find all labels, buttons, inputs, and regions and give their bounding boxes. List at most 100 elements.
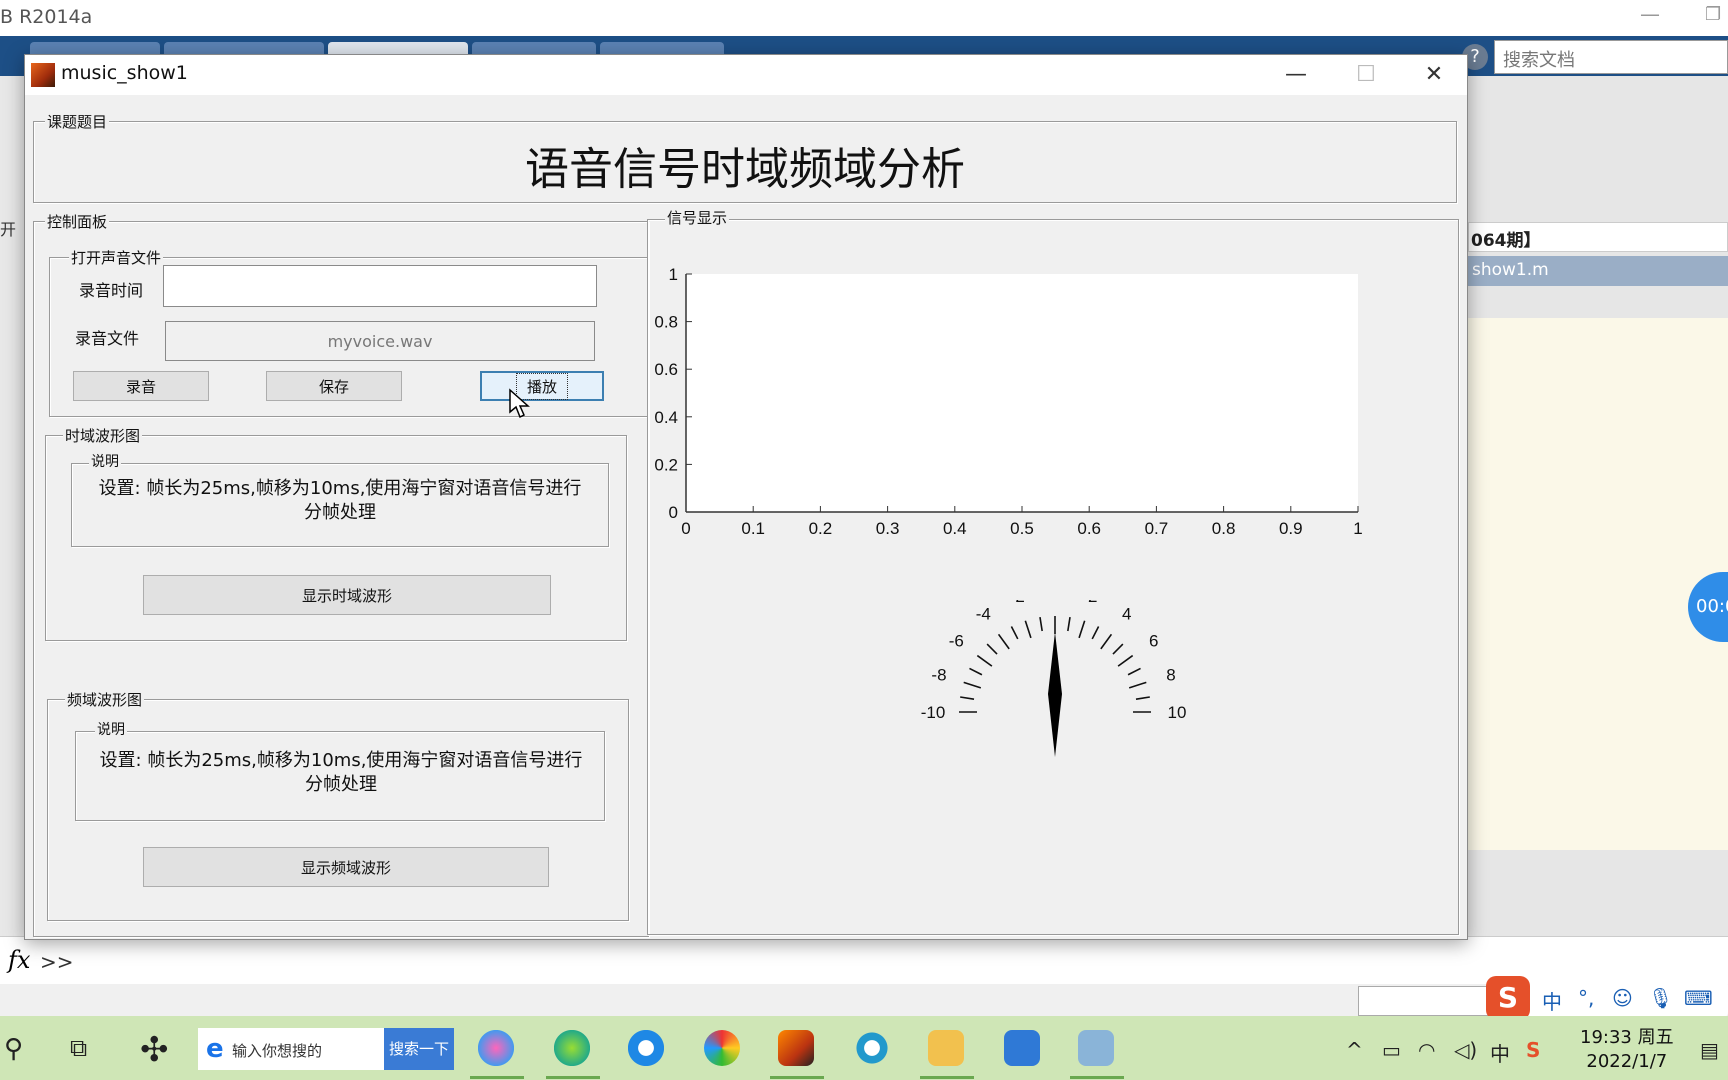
- y-tick-label: 0.4: [654, 408, 678, 427]
- y-tick-label: 0.2: [654, 455, 678, 474]
- signal-axes[interactable]: 0 0.1 0.2 0.3 0.4 0.5 0.6 0.7 0.8 0.9 1 0 0.2 0.4 0.6 0…: [620, 250, 1440, 580]
- dial-label: 4: [1122, 604, 1131, 623]
- ime-mode[interactable]: 中: [1542, 986, 1562, 1015]
- page-title: 语音信号时域频域分析: [525, 144, 965, 195]
- tray-battery-icon[interactable]: ▭: [1382, 1038, 1401, 1062]
- dial-tick: [1091, 626, 1100, 640]
- dial-label: -8: [931, 665, 946, 684]
- record-time-input[interactable]: [163, 265, 597, 307]
- save-button-label: 保存: [318, 377, 349, 396]
- ime-mic-icon[interactable]: 🎙: [1648, 986, 1673, 1010]
- command-window[interactable]: [0, 936, 1728, 984]
- tray-ime-icon[interactable]: 中: [1490, 1038, 1510, 1067]
- tray-wifi-icon[interactable]: ◠: [1418, 1038, 1435, 1062]
- x-tick-label: 0.6: [1077, 519, 1101, 538]
- mouse-pointer-icon: [509, 388, 530, 419]
- dial-label: -2: [1010, 600, 1025, 606]
- background-app-title: B R2014a: [0, 6, 93, 28]
- x-tick-label: 0.7: [1145, 519, 1169, 538]
- notification-center-icon[interactable]: ▤: [1700, 1038, 1719, 1062]
- taskbar-date: 2022/1/7: [1586, 1051, 1668, 1072]
- task-view-icon[interactable]: ⧉: [70, 1034, 87, 1062]
- dial-label: 2: [1088, 600, 1097, 606]
- record-file-label: 录音文件: [75, 329, 140, 348]
- ime-punct-icon[interactable]: °,: [1578, 986, 1594, 1010]
- taskbar-clock[interactable]: 19:33 周五 2022/1/7: [1580, 1026, 1674, 1074]
- dial-tick: [1024, 620, 1032, 639]
- documentation-search-placeholder: 搜索文档: [1503, 50, 1575, 71]
- app-matlab-icon[interactable]: [778, 1030, 814, 1066]
- app-blue-swirl-icon[interactable]: [854, 1030, 890, 1066]
- app-notepad-icon[interactable]: [1078, 1030, 1114, 1066]
- x-tick-label: 0.1: [741, 519, 765, 538]
- freq-domain-note-line2: 分帧处理: [305, 774, 377, 795]
- dial-label: -6: [949, 631, 964, 650]
- signal-display-panel-label: 信号显示: [665, 207, 730, 228]
- app-browser-green-icon[interactable]: [554, 1030, 590, 1066]
- save-button[interactable]: 保存: [266, 371, 402, 401]
- background-left-strip: 开: [0, 76, 26, 938]
- dial-label: 6: [1149, 631, 1158, 650]
- x-tick-label: 0.2: [809, 519, 833, 538]
- x-tick-label: 0.4: [943, 519, 967, 538]
- editor-header: 064期】: [1468, 222, 1728, 252]
- record-button[interactable]: 录音: [73, 371, 209, 401]
- maximize-button[interactable]: ☐: [1331, 55, 1401, 95]
- tray-chevron-up-icon[interactable]: ^: [1346, 1038, 1363, 1062]
- editor-header-text: 064期】: [1471, 231, 1541, 251]
- ime-keyboard-icon[interactable]: ⌨: [1684, 986, 1713, 1010]
- dial-tick: [1112, 643, 1124, 655]
- window-titlebar[interactable]: music_show1 — ☐ ✕: [25, 55, 1467, 95]
- background-restore-icon[interactable]: ❐: [1705, 4, 1721, 25]
- dial-tick: [1078, 620, 1086, 639]
- minimize-button[interactable]: —: [1261, 55, 1331, 95]
- dial-tick: [963, 681, 982, 689]
- time-domain-note-line1: 设置: 帧长为25ms,帧移为10ms,使用海宁窗对语音信号进行: [98, 478, 582, 499]
- file-explorer-icon[interactable]: [928, 1030, 964, 1066]
- dial-label: 8: [1166, 665, 1175, 684]
- taskbar-search-icon[interactable]: ⚲: [4, 1034, 23, 1064]
- control-panel-label: 控制面板: [45, 211, 110, 232]
- time-domain-note-label: 说明: [89, 451, 121, 471]
- taskbar-active-indicator: [1070, 1076, 1124, 1079]
- photos-icon[interactable]: [1004, 1030, 1040, 1066]
- show-freq-waveform-label: 显示频域波形: [300, 858, 391, 877]
- taskbar-active-indicator: [920, 1076, 974, 1079]
- command-prompt: >>: [40, 950, 74, 974]
- show-time-waveform-button[interactable]: 显示时域波形: [143, 575, 551, 615]
- freq-domain-panel-label: 频域波形图: [65, 689, 145, 710]
- taskbar-web-search-input[interactable]: e 输入你想搜的: [198, 1028, 384, 1070]
- matlab-figure-icon: [31, 63, 55, 87]
- editor-pane[interactable]: [1468, 318, 1728, 850]
- tray-sogou-icon[interactable]: S: [1526, 1038, 1540, 1062]
- app-flower-icon[interactable]: [478, 1030, 514, 1066]
- app-edge-icon[interactable]: [628, 1030, 664, 1066]
- tray-volume-icon[interactable]: ◁): [1454, 1038, 1477, 1062]
- taskbar-web-search-placeholder: 输入你想搜的: [232, 1042, 323, 1060]
- dial-tick: [1039, 617, 1043, 632]
- play-button[interactable]: 播放: [480, 371, 604, 401]
- gain-dial[interactable]: -10-8-6-4-20246810: [880, 600, 1240, 780]
- close-button[interactable]: ✕: [1399, 55, 1469, 95]
- show-time-waveform-label: 显示时域波形: [301, 586, 392, 605]
- ime-emoji-icon[interactable]: ☺: [1612, 986, 1633, 1010]
- plot-area: [686, 274, 1358, 512]
- show-freq-waveform-button[interactable]: 显示频域波形: [143, 847, 549, 887]
- taskbar-web-search-button[interactable]: 搜索一下: [384, 1028, 454, 1070]
- x-tick-label: 0.5: [1010, 519, 1034, 538]
- y-tick-label: 0: [669, 503, 678, 522]
- app-pinwheel-icon[interactable]: ✣: [140, 1030, 169, 1070]
- documentation-search-input[interactable]: 搜索文档: [1494, 40, 1728, 74]
- record-file-field: myvoice.wav: [165, 321, 595, 361]
- y-tick-label: 1: [669, 265, 678, 284]
- background-minimize-icon[interactable]: —: [1640, 2, 1660, 26]
- dial-tick: [997, 633, 1010, 650]
- editor-file-tab[interactable]: show1.m: [1468, 256, 1728, 286]
- x-tick-label: 0: [681, 519, 690, 538]
- x-tick-label: 0.3: [876, 519, 900, 538]
- taskbar-active-indicator: [770, 1076, 824, 1079]
- sogou-ime-icon[interactable]: S: [1486, 976, 1530, 1020]
- fx-icon: fx: [8, 946, 31, 974]
- dial-tick: [976, 654, 993, 667]
- app-color-wheel-icon[interactable]: [704, 1030, 740, 1066]
